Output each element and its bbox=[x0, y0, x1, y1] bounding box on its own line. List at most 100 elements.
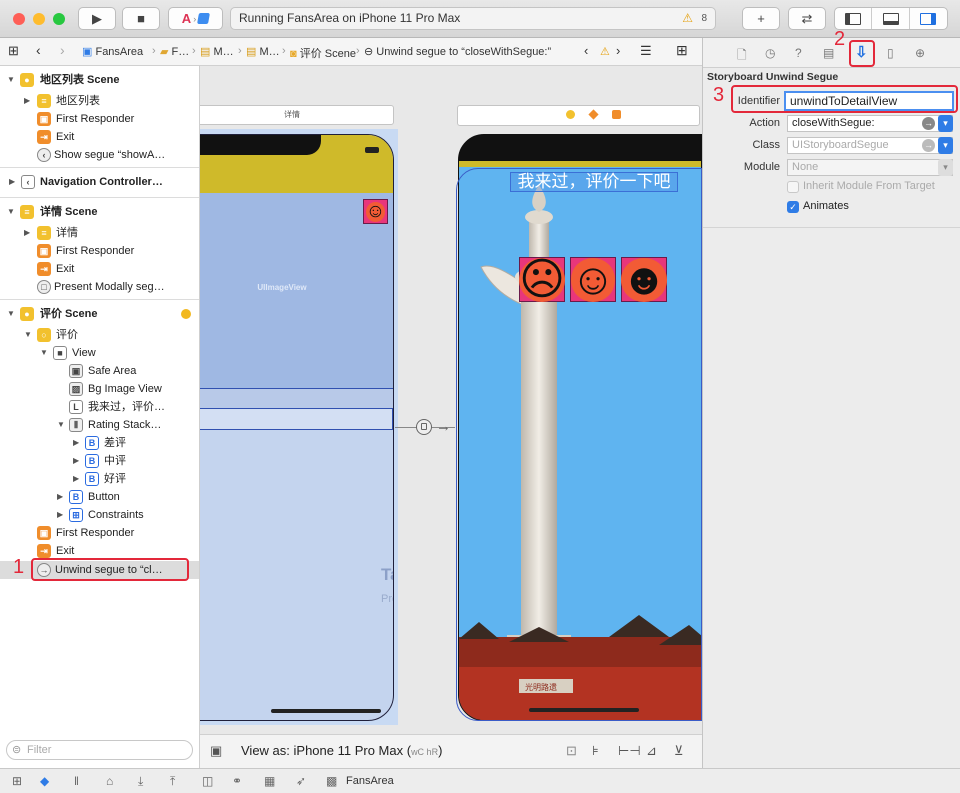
outline-item[interactable]: ⇥ Exit bbox=[0, 128, 199, 146]
step-out-icon[interactable]: ⤒ bbox=[170, 774, 175, 789]
outline-item[interactable]: ⇥ Exit bbox=[0, 260, 199, 278]
disclosure-closed-icon[interactable]: ▶ bbox=[57, 506, 63, 524]
stop-button[interactable]: ■ bbox=[122, 7, 160, 30]
outline-item[interactable]: □ Present Modally seg… bbox=[0, 278, 199, 296]
outline-item[interactable]: ▶ B 中评 bbox=[0, 452, 199, 470]
back-arrow-icon[interactable]: ‹ bbox=[36, 42, 41, 58]
background-image-view[interactable]: 光明路遗 我来过，评价一下吧 ☹ ☺ ☻ bbox=[459, 161, 701, 720]
outline-item[interactable]: ▶ B 差评 bbox=[0, 434, 199, 452]
align-icon[interactable]: ⊧ bbox=[592, 743, 599, 759]
pause-icon[interactable]: ‖ bbox=[74, 774, 79, 788]
warning-icon[interactable]: ⚠ bbox=[600, 45, 610, 58]
identity-inspector-icon[interactable]: ▤ bbox=[823, 46, 834, 60]
breadcrumb-storyboard[interactable]: ▤ M… bbox=[200, 45, 234, 58]
first-responder-icon[interactable] bbox=[588, 109, 599, 120]
related-items-icon[interactable]: ⊞ bbox=[8, 43, 19, 59]
view-controller-icon[interactable] bbox=[566, 110, 575, 119]
next-issue-icon[interactable]: › bbox=[616, 43, 620, 58]
step-over-icon[interactable]: ⌂ bbox=[106, 774, 113, 788]
chevron-down-icon[interactable]: ▾ bbox=[938, 137, 953, 154]
go-to-arrow-icon[interactable]: → bbox=[922, 117, 935, 130]
rating-button[interactable]: ☺ bbox=[363, 199, 388, 224]
disclosure-closed-icon[interactable]: ▶ bbox=[73, 452, 79, 470]
document-outline-toggle-icon[interactable]: ▣ bbox=[210, 743, 222, 759]
scene-row[interactable]: ▼ ≡ 详情 Scene bbox=[0, 203, 199, 221]
outline-item[interactable]: ‹ Show segue “showA… bbox=[0, 146, 199, 164]
size-inspector-icon[interactable]: ▯ bbox=[887, 46, 894, 60]
inherit-module-checkbox[interactable] bbox=[787, 181, 799, 193]
warning-icon[interactable]: ⚠ bbox=[682, 8, 693, 29]
scene-row[interactable]: ▼ ● 地区列表 Scene bbox=[0, 71, 199, 89]
inspector-toggle[interactable] bbox=[910, 8, 947, 29]
tag-icon[interactable]: ◆ bbox=[40, 774, 49, 788]
rating-device-frame[interactable]: 光明路遗 我来过，评价一下吧 ☹ ☺ ☻ bbox=[458, 134, 702, 721]
scheme-selector[interactable]: A › bbox=[168, 7, 223, 30]
device-config-button[interactable]: View as: iPhone 11 Pro Max (wC hR) bbox=[241, 743, 442, 758]
chevron-down-icon[interactable]: ▾ bbox=[938, 115, 953, 132]
outline-item[interactable]: ▶ ≡ 详情 bbox=[0, 224, 199, 242]
module-field[interactable]: None ▾ bbox=[787, 159, 953, 176]
scene-row[interactable]: ▼ ● 评价 Scene bbox=[0, 305, 199, 323]
minimize-window-button[interactable] bbox=[33, 13, 45, 25]
rating-stack-view[interactable]: ☹ ☺ ☻ bbox=[519, 257, 669, 302]
ok-rating-button[interactable]: ☺ bbox=[570, 257, 616, 302]
scene-row[interactable]: ▶ ‹ Navigation Controller… bbox=[0, 173, 199, 191]
view-debugger-icon[interactable]: ◫ bbox=[202, 774, 213, 788]
location-icon[interactable]: ➶ bbox=[296, 774, 306, 788]
disclosure-open-icon[interactable]: ▼ bbox=[40, 344, 48, 362]
add-item-icon[interactable]: ⊞ bbox=[12, 774, 22, 788]
outline-item[interactable]: L 我来过，评价… bbox=[0, 398, 199, 416]
outline-item[interactable]: ▼ ○ 评价 bbox=[0, 326, 199, 344]
disclosure-closed-icon[interactable]: ▶ bbox=[24, 224, 30, 242]
outline-filter-field[interactable]: ⊜ Filter bbox=[6, 740, 193, 760]
disclosure-closed-icon[interactable]: ▶ bbox=[9, 173, 15, 191]
outline-item[interactable]: ▶ B 好评 bbox=[0, 470, 199, 488]
exit-icon[interactable] bbox=[612, 110, 621, 119]
embed-in-icon[interactable]: ⊻ bbox=[674, 743, 684, 759]
forward-arrow-icon[interactable]: › bbox=[60, 42, 65, 58]
library-button[interactable]: + bbox=[742, 7, 780, 30]
outline-item[interactable]: ▣ First Responder bbox=[0, 524, 199, 542]
outline-item[interactable]: ▶ B Button bbox=[0, 488, 199, 506]
good-rating-button[interactable]: ☻ bbox=[620, 257, 668, 302]
detail-device-frame[interactable]: UIImageView ☺ ells 值 Table View Prototyp… bbox=[200, 134, 394, 721]
breadcrumb-project[interactable]: ▣ FansArea bbox=[82, 45, 143, 58]
environment-overrides-icon[interactable]: ▦ bbox=[264, 774, 275, 788]
scene-dock[interactable] bbox=[457, 105, 700, 126]
disclosure-closed-icon[interactable]: ▶ bbox=[73, 470, 79, 488]
disclosure-open-icon[interactable]: ▼ bbox=[7, 305, 15, 323]
history-inspector-icon[interactable]: ◷ bbox=[765, 46, 775, 60]
breadcrumb-segue[interactable]: ⊖ Unwind segue to “closeWithSegue:” bbox=[364, 45, 551, 58]
navigator-toggle[interactable] bbox=[835, 8, 873, 29]
disclosure-closed-icon[interactable]: ▶ bbox=[73, 434, 79, 452]
file-inspector-icon[interactable]: 🗋 bbox=[737, 46, 747, 67]
previous-issue-icon[interactable]: ‹ bbox=[584, 43, 588, 58]
disclosure-open-icon[interactable]: ▼ bbox=[57, 416, 65, 434]
class-field[interactable]: UIStoryboardSegue → ▾ bbox=[787, 137, 953, 154]
outline-item[interactable]: ▣ First Responder bbox=[0, 110, 199, 128]
animates-checkbox[interactable]: ✓ bbox=[787, 201, 799, 213]
chevron-down-icon[interactable]: ▾ bbox=[938, 159, 953, 176]
outline-item[interactable]: ▣ Safe Area bbox=[0, 362, 199, 380]
outline-item[interactable]: ▼ ■ View bbox=[0, 344, 199, 362]
storyboard-canvas[interactable]: 详情 UIImageView ☺ ells 值 Table View Proto… bbox=[200, 66, 702, 734]
issue-indicator-icon[interactable] bbox=[181, 309, 191, 319]
scene-dock[interactable]: 详情 bbox=[200, 105, 394, 125]
help-inspector-icon[interactable]: ? bbox=[795, 46, 802, 60]
connections-inspector-icon[interactable]: ⊕ bbox=[915, 46, 925, 60]
table-cell[interactable]: 值 bbox=[200, 408, 393, 430]
debug-target-label[interactable]: FansArea bbox=[346, 775, 394, 787]
pin-icon[interactable]: ⊢⊣ bbox=[618, 743, 641, 759]
resolve-issues-icon[interactable]: ⊿ bbox=[646, 743, 657, 759]
outline-item[interactable]: ▨ Bg Image View bbox=[0, 380, 199, 398]
outline-item[interactable]: ▶ ≡ 地区列表 bbox=[0, 92, 199, 110]
document-items-icon[interactable]: ☰ bbox=[640, 43, 652, 59]
debug-area-toggle[interactable] bbox=[872, 8, 910, 29]
step-in-icon[interactable]: ⤓ bbox=[138, 774, 143, 789]
go-to-arrow-icon[interactable]: → bbox=[922, 139, 935, 152]
disclosure-open-icon[interactable]: ▼ bbox=[7, 71, 15, 89]
close-window-button[interactable] bbox=[13, 13, 25, 25]
breadcrumb-storyboard-base[interactable]: ▤ M… bbox=[246, 45, 280, 58]
outline-item[interactable]: ▶ ⊞ Constraints bbox=[0, 506, 199, 524]
add-editor-icon[interactable]: ⊞ bbox=[676, 42, 688, 59]
